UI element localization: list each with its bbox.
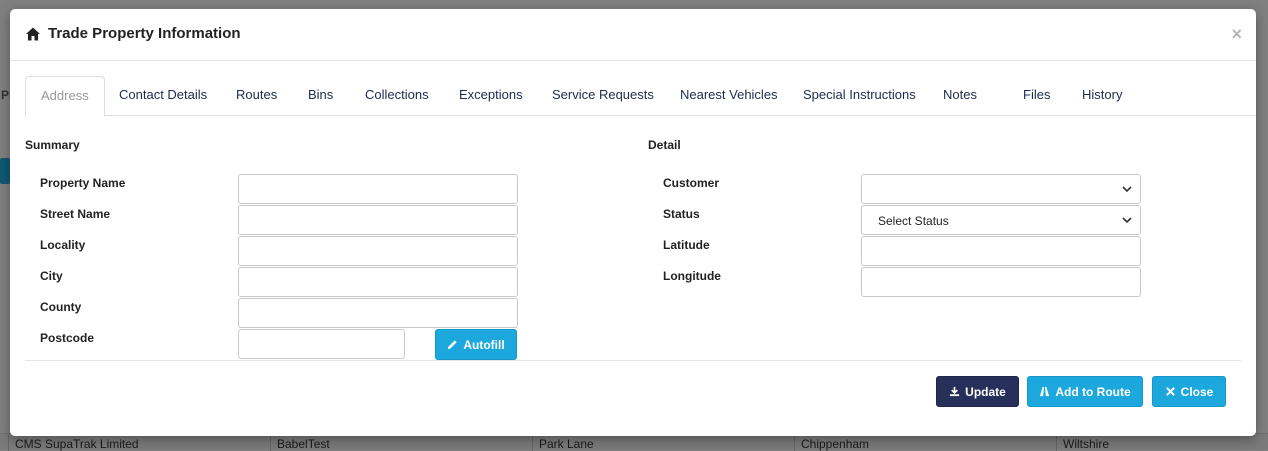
close-button[interactable]: Close: [1152, 376, 1226, 407]
tab-files[interactable]: Files: [1008, 76, 1065, 116]
tab-nearest-vehicles[interactable]: Nearest Vehicles: [665, 76, 793, 116]
modal-title: Trade Property Information: [48, 25, 241, 42]
autofill-label: Autofill: [463, 337, 505, 352]
footer-divider: [25, 360, 1241, 361]
close-icon[interactable]: ×: [1231, 24, 1242, 45]
property-name-label: Property Name: [40, 176, 126, 190]
modal-header: Trade Property Information ×: [10, 9, 1256, 61]
tab-history[interactable]: History: [1067, 76, 1137, 116]
pencil-icon: [448, 340, 457, 350]
add-to-route-button[interactable]: Add to Route: [1027, 376, 1143, 407]
autofill-button[interactable]: Autofill: [435, 329, 517, 360]
trade-property-modal: Trade Property Information × Address Con…: [10, 9, 1256, 436]
tab-special-instructions[interactable]: Special Instructions: [788, 76, 931, 116]
summary-title: Summary: [25, 138, 80, 152]
close-label: Close: [1180, 384, 1214, 399]
tab-contact-details[interactable]: Contact Details: [104, 76, 222, 116]
tab-service-requests[interactable]: Service Requests: [537, 76, 669, 116]
background-cell: Wiltshire: [1056, 434, 1268, 451]
download-icon: [950, 386, 960, 397]
tab-bins[interactable]: Bins: [293, 76, 348, 116]
background-cell: Park Lane: [532, 434, 794, 451]
tab-routes[interactable]: Routes: [221, 76, 292, 116]
status-label: Status: [663, 207, 700, 221]
longitude-input[interactable]: [861, 267, 1141, 297]
close-icon: [1165, 387, 1175, 396]
customer-select[interactable]: [861, 174, 1141, 204]
update-label: Update: [965, 384, 1006, 399]
tab-exceptions[interactable]: Exceptions: [444, 76, 538, 116]
tab-address[interactable]: Address: [25, 76, 105, 117]
status-select-value: Select Status: [878, 214, 949, 228]
county-input[interactable]: [238, 298, 518, 328]
county-label: County: [40, 300, 82, 314]
background-page-label: Pr: [1, 88, 14, 102]
chevron-down-icon: [1122, 186, 1132, 193]
customer-label: Customer: [663, 176, 720, 190]
add-to-route-label: Add to Route: [1055, 384, 1131, 399]
postcode-label: Postcode: [40, 331, 95, 345]
road-icon: [1040, 386, 1050, 397]
background-cell: BabelTest: [270, 434, 532, 451]
latitude-label: Latitude: [663, 238, 710, 252]
city-input[interactable]: [238, 267, 518, 297]
background-button: [0, 158, 10, 184]
update-button[interactable]: Update: [936, 376, 1019, 407]
city-label: City: [40, 269, 63, 283]
home-icon: [26, 27, 40, 41]
street-name-label: Street Name: [40, 207, 111, 221]
locality-input[interactable]: [238, 236, 518, 266]
property-name-input[interactable]: [238, 174, 518, 204]
tab-notes[interactable]: Notes: [928, 76, 992, 116]
status-select[interactable]: Select Status: [861, 205, 1141, 235]
background-cell: Chippenham: [794, 434, 1056, 451]
chevron-down-icon: [1122, 217, 1132, 224]
locality-label: Locality: [40, 238, 86, 252]
tab-collections[interactable]: Collections: [350, 76, 444, 116]
longitude-label: Longitude: [663, 269, 721, 283]
background-cell: CMS SupaTrak Limited: [8, 434, 270, 451]
latitude-input[interactable]: [861, 236, 1141, 266]
tab-bar: Address Contact Details Routes Bins Coll…: [25, 76, 1256, 117]
detail-title: Detail: [648, 138, 681, 152]
street-name-input[interactable]: [238, 205, 518, 235]
postcode-input[interactable]: [238, 329, 405, 359]
